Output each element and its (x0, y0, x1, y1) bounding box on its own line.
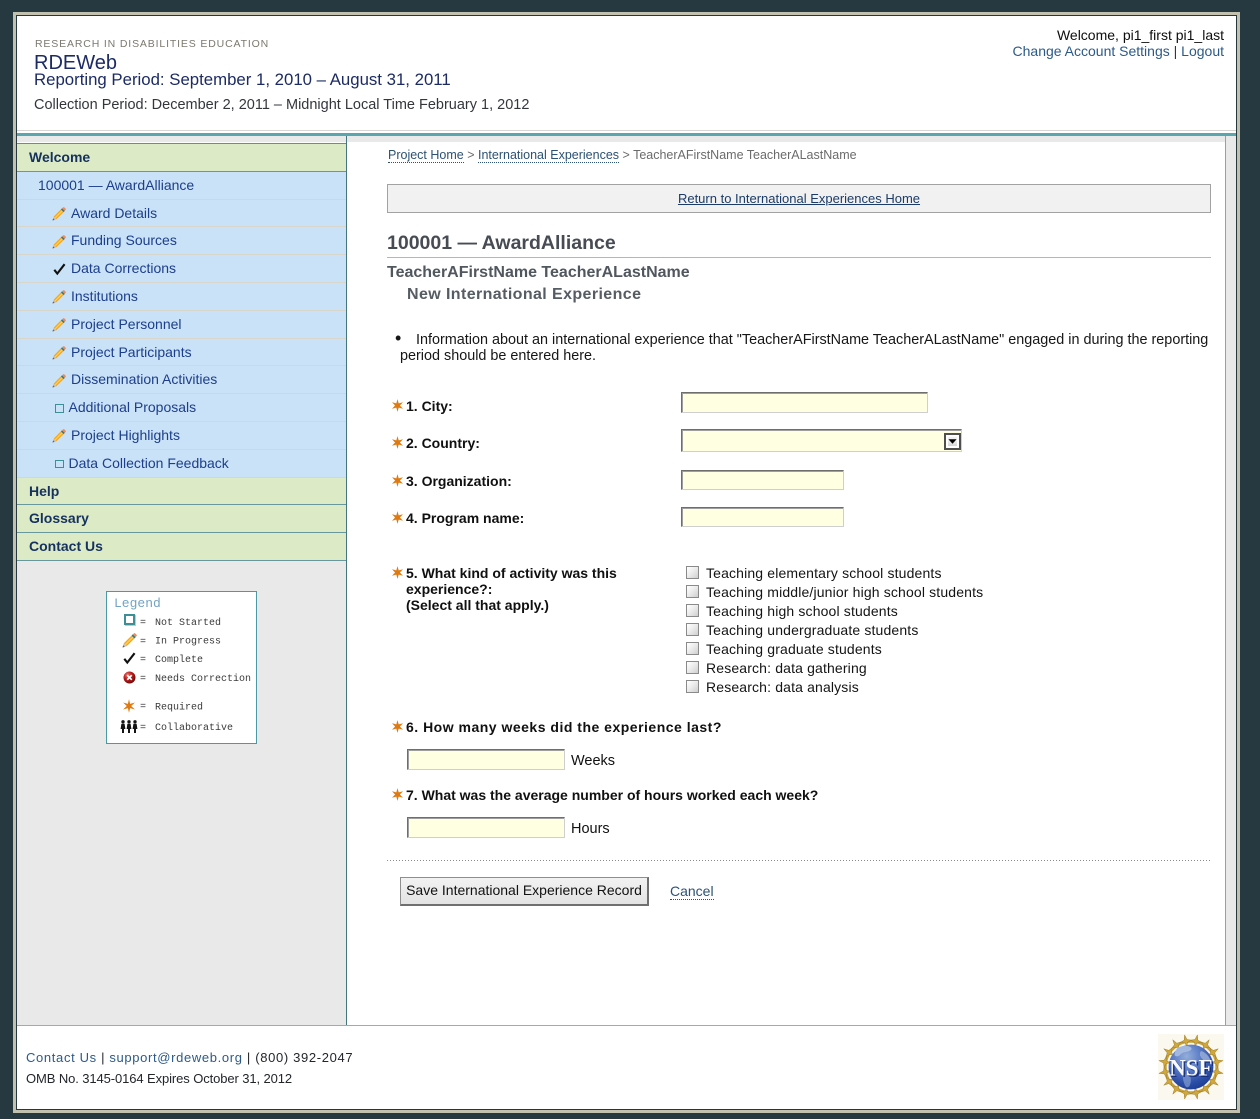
svg-text:NSF: NSF (1169, 1056, 1212, 1081)
